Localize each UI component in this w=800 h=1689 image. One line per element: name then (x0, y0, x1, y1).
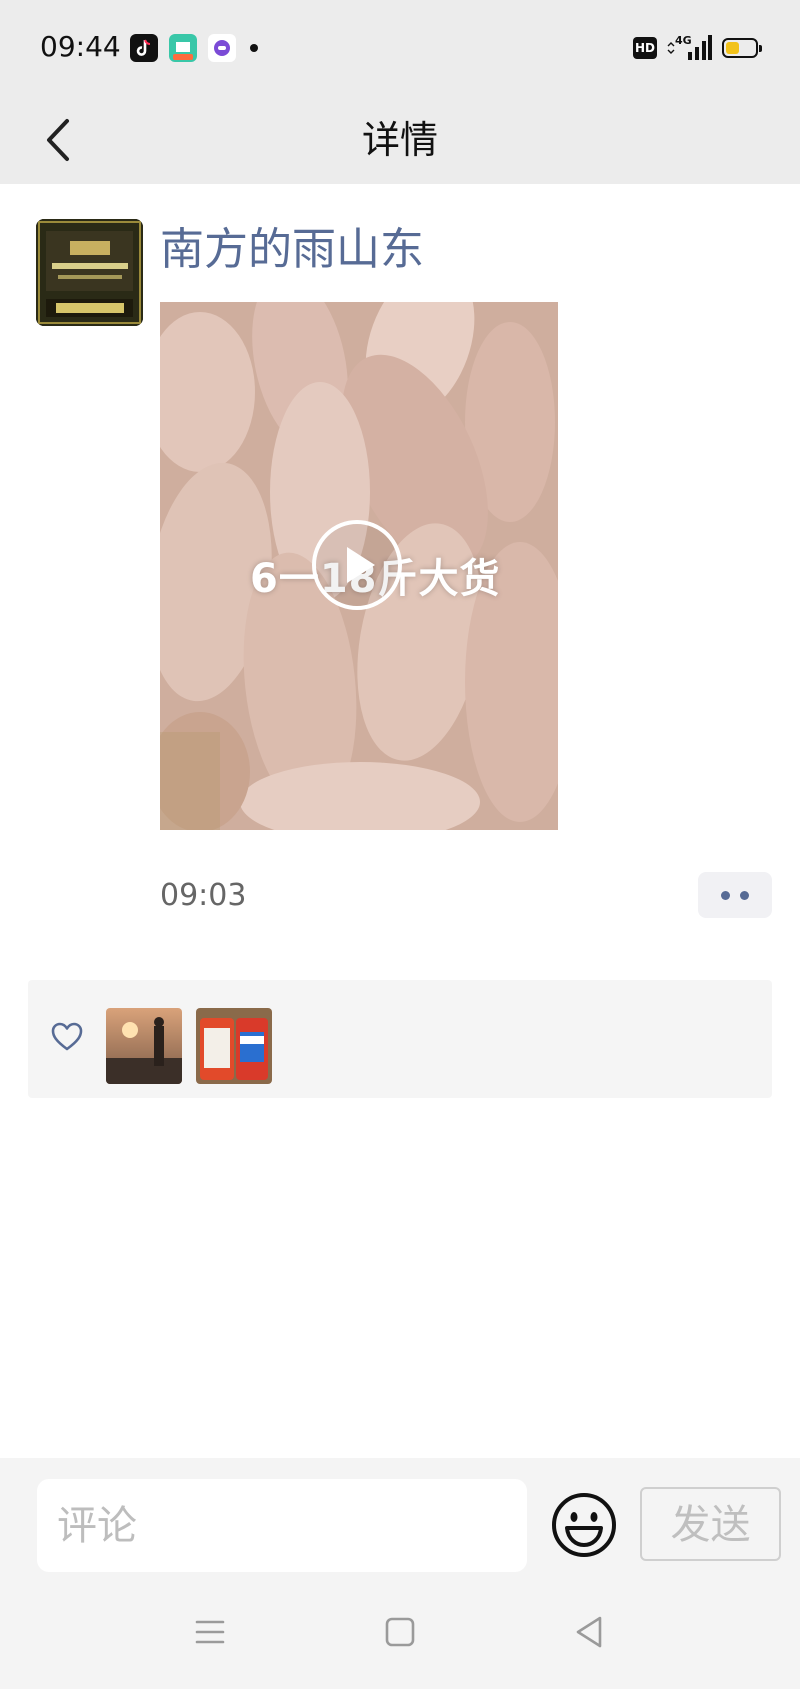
heart-icon (51, 1022, 83, 1051)
battery-icon (722, 38, 762, 58)
navigation-bar: 详情 (0, 96, 800, 184)
home-button[interactable] (378, 1610, 422, 1654)
home-square-icon (385, 1617, 415, 1647)
back-triangle-icon (576, 1616, 602, 1648)
author-avatar[interactable] (36, 219, 143, 326)
menu-icon (195, 1620, 225, 1644)
status-time: 09:44 (40, 30, 121, 63)
system-navigation-bar (0, 1578, 800, 1689)
notification-dot (250, 44, 258, 52)
status-bar: 09:44 HD 4G (0, 0, 800, 96)
emoji-face-icon (552, 1493, 616, 1557)
comment-input[interactable] (37, 1479, 527, 1572)
comment-bar: 发送 (0, 1458, 800, 1578)
signal-icon: 4G (666, 32, 712, 62)
page-title: 详情 (361, 118, 438, 162)
liker-avatar-sunset[interactable] (106, 1008, 182, 1084)
more-actions-button[interactable] (698, 872, 772, 918)
liker-avatar-cans[interactable] (196, 1008, 272, 1084)
emoji-button[interactable] (550, 1491, 618, 1559)
system-back-button[interactable] (568, 1610, 612, 1654)
author-name[interactable]: 南方的雨山东 (160, 220, 424, 280)
chat-bubble-icon (208, 34, 236, 62)
post-time: 09:03 (160, 878, 247, 913)
network-label: 4G (675, 34, 692, 47)
send-button[interactable]: 发送 (640, 1487, 781, 1561)
menu-button[interactable] (188, 1610, 232, 1654)
douyin-icon (130, 34, 158, 62)
play-icon[interactable] (310, 518, 404, 612)
video-thumbnail[interactable]: 6一18斤大货 (160, 302, 558, 830)
app-store-icon (169, 34, 197, 62)
hd-badge: HD (633, 37, 657, 59)
likes-section (28, 980, 772, 1098)
two-dots-icon (721, 891, 730, 900)
